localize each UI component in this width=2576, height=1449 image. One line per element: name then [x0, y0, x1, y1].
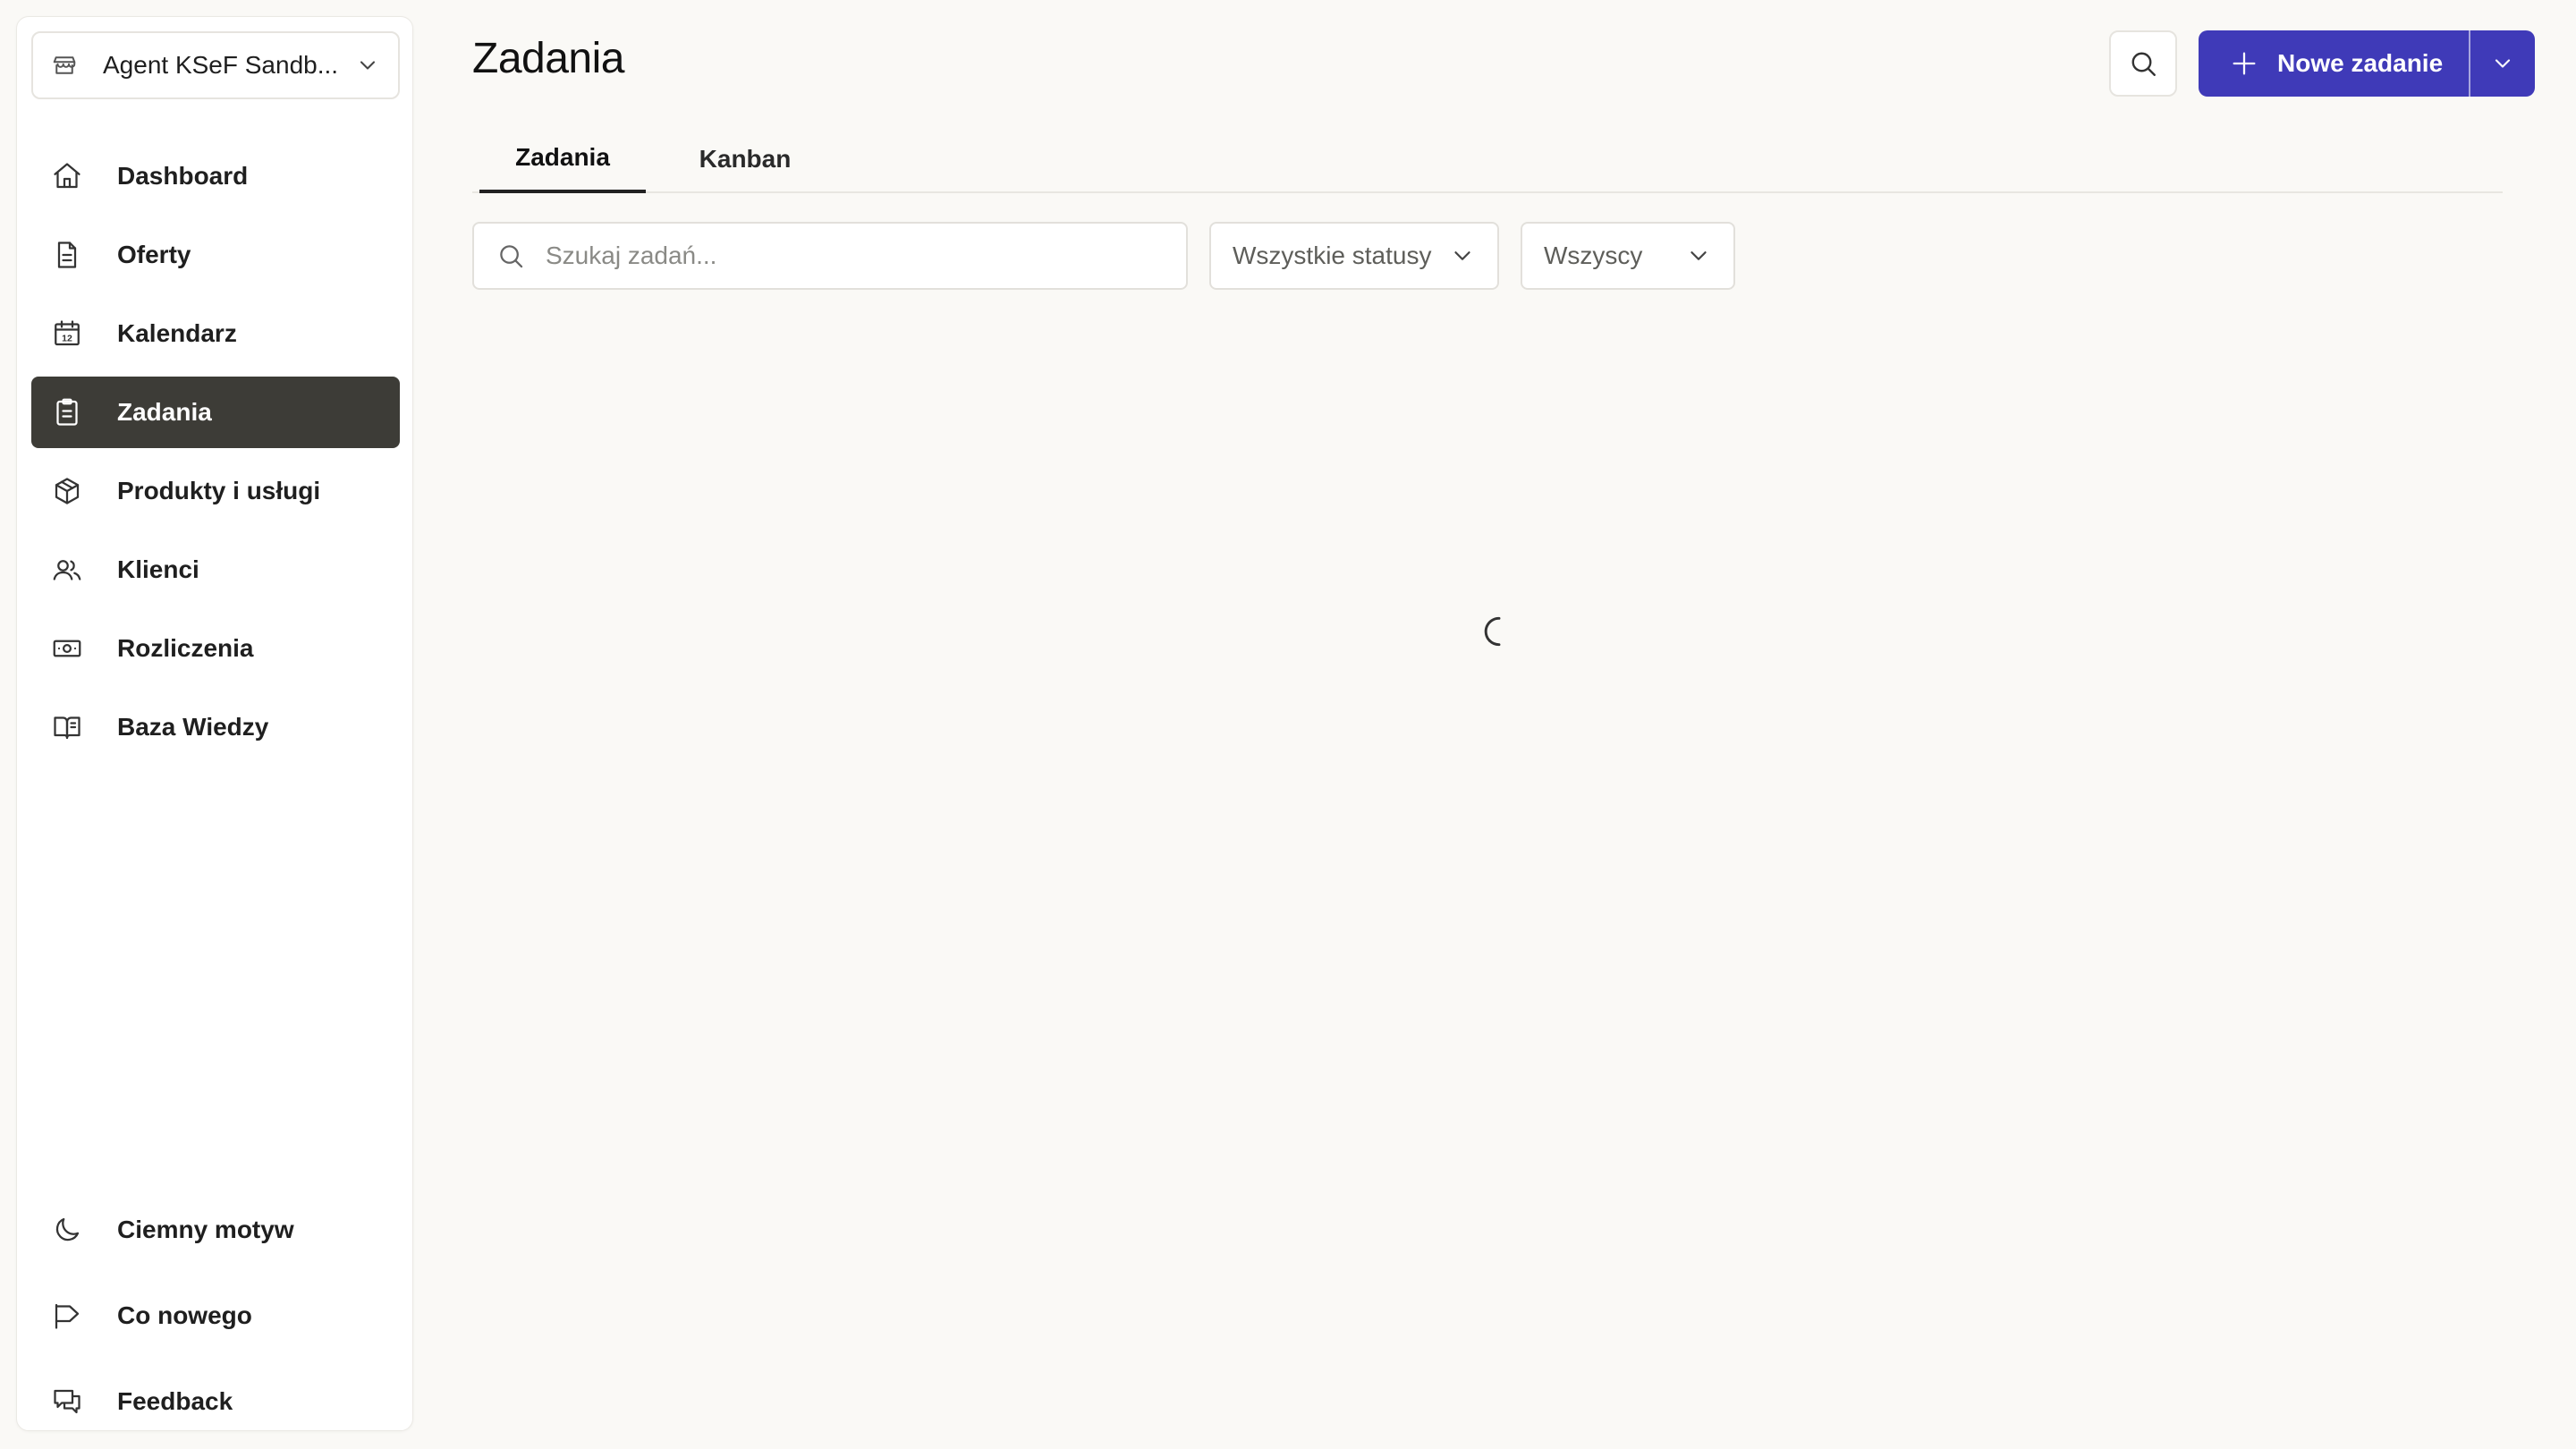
sidebar-item-label: Baza Wiedzy [117, 713, 269, 741]
plus-icon [2229, 48, 2259, 79]
calendar-icon: 12 [51, 318, 83, 350]
sidebar-item-whats-new[interactable]: Co nowego [31, 1276, 400, 1355]
sidebar-item-dark-mode[interactable]: Ciemny motyw [31, 1191, 400, 1269]
store-icon [51, 52, 78, 79]
book-icon [51, 711, 83, 743]
task-search-field [472, 222, 1188, 290]
new-task-dropdown-button[interactable] [2470, 30, 2535, 97]
sidebar-item-label: Klienci [117, 555, 199, 583]
status-filter-value: Wszystkie statusy [1233, 242, 1432, 269]
search-icon [2127, 47, 2159, 80]
sidebar-item-zadania[interactable]: Zadania [31, 377, 400, 448]
megaphone-icon [51, 1300, 83, 1332]
sidebar-item-label: Oferty [117, 241, 191, 268]
workspace-name: Agent KSeF Sandb... [103, 51, 339, 79]
new-task-label: Nowe zadanie [2277, 49, 2444, 77]
document-icon [51, 239, 83, 271]
chevron-down-icon [2490, 51, 2515, 76]
loading-spinner-icon [1479, 612, 1519, 651]
clipboard-icon [51, 396, 83, 428]
workspace-switcher[interactable]: Agent KSeF Sandb... [31, 31, 400, 99]
chevron-down-icon [1685, 242, 1712, 269]
assignee-filter-value: Wszyscy [1544, 242, 1643, 269]
sidebar-item-klienci[interactable]: Klienci [31, 534, 400, 606]
svg-text:12: 12 [62, 333, 72, 343]
sidebar-item-baza-wiedzy[interactable]: Baza Wiedzy [31, 691, 400, 763]
sidebar-item-label: Feedback [117, 1387, 233, 1415]
sidebar-item-label: Dashboard [117, 162, 249, 190]
search-icon [496, 241, 526, 271]
new-task-button[interactable]: Nowe zadanie [2199, 30, 2469, 97]
sidebar-item-label: Kalendarz [117, 319, 237, 347]
sidebar-item-feedback[interactable]: Feedback [31, 1362, 400, 1441]
box-icon [51, 475, 83, 507]
sidebar-item-kalendarz[interactable]: 12 Kalendarz [31, 298, 400, 369]
chat-icon [51, 1385, 83, 1418]
tab-kanban[interactable]: Kanban [669, 125, 821, 193]
sidebar-item-label: Zadania [117, 398, 212, 426]
page-title: Zadania [472, 35, 624, 82]
chevron-down-icon [1449, 242, 1476, 269]
chevron-down-icon [355, 53, 380, 78]
users-icon [51, 554, 83, 586]
tab-zadania[interactable]: Zadania [479, 125, 646, 193]
sidebar: Agent KSeF Sandb... Dashboard Oferty 12 … [16, 16, 413, 1431]
sidebar-item-label: Rozliczenia [117, 634, 254, 662]
sidebar-item-label: Ciemny motyw [117, 1216, 294, 1243]
sidebar-item-label: Co nowego [117, 1301, 252, 1329]
sidebar-item-produkty[interactable]: Produkty i usługi [31, 455, 400, 527]
home-icon [51, 160, 83, 192]
status-filter-select[interactable]: Wszystkie statusy [1209, 222, 1499, 290]
assignee-filter-select[interactable]: Wszyscy [1521, 222, 1735, 290]
global-search-button[interactable] [2109, 30, 2177, 97]
view-tabs: Zadania Kanban [472, 125, 2503, 193]
new-task-button-group: Nowe zadanie [2199, 30, 2535, 97]
sidebar-bottom-nav: Ciemny motyw Co nowego Feedback [31, 1191, 400, 1448]
sidebar-item-label: Produkty i usługi [117, 477, 321, 504]
sidebar-item-dashboard[interactable]: Dashboard [31, 140, 400, 212]
banknote-icon [51, 632, 83, 665]
task-search-input[interactable] [546, 242, 1172, 270]
sidebar-item-oferty[interactable]: Oferty [31, 219, 400, 291]
sidebar-item-rozliczenia[interactable]: Rozliczenia [31, 613, 400, 684]
moon-icon [51, 1214, 83, 1246]
sidebar-nav: Dashboard Oferty 12 Kalendarz Zadania Pr… [31, 140, 400, 770]
